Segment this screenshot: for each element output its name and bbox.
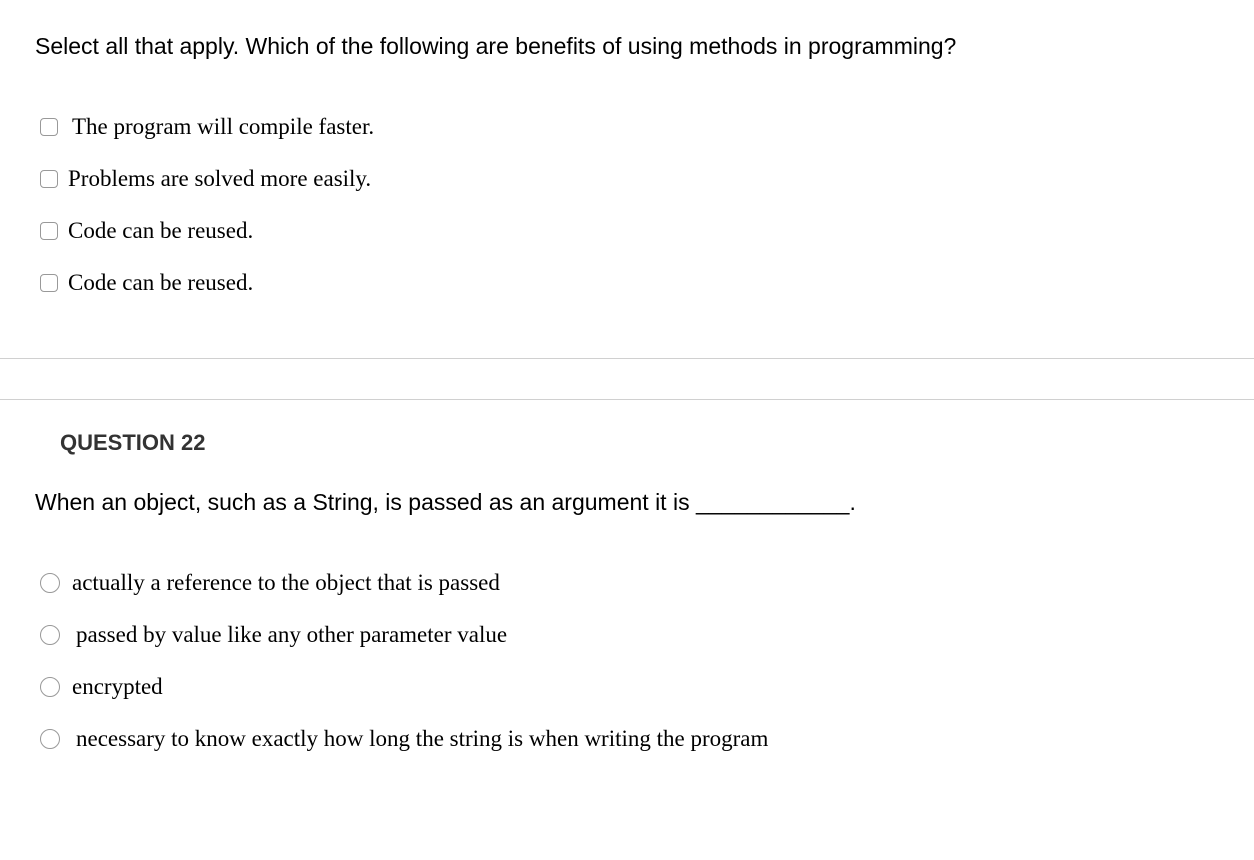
checkbox-option-1[interactable] bbox=[40, 118, 58, 136]
option-label: Problems are solved more easily. bbox=[68, 164, 371, 194]
gap bbox=[0, 359, 1254, 379]
question-1-block: Select all that apply. Which of the foll… bbox=[0, 0, 1254, 338]
question-2-options: actually a reference to the object that … bbox=[0, 568, 1254, 754]
checkbox-option-4[interactable] bbox=[40, 274, 58, 292]
question-2-header: QUESTION 22 bbox=[0, 400, 1254, 486]
option-item: necessary to know exactly how long the s… bbox=[40, 724, 1254, 754]
option-item: Problems are solved more easily. bbox=[40, 164, 1219, 194]
option-label: encrypted bbox=[72, 672, 163, 702]
radio-option-4[interactable] bbox=[40, 729, 60, 749]
question-2-block: QUESTION 22 When an object, such as a St… bbox=[0, 400, 1254, 754]
option-label: actually a reference to the object that … bbox=[72, 568, 500, 598]
option-item: Code can be reused. bbox=[40, 268, 1219, 298]
radio-option-1[interactable] bbox=[40, 573, 60, 593]
option-item: Code can be reused. bbox=[40, 216, 1219, 246]
question-1-prompt: Select all that apply. Which of the foll… bbox=[35, 30, 1219, 62]
option-item: passed by value like any other parameter… bbox=[40, 620, 1254, 650]
option-label: passed by value like any other parameter… bbox=[76, 620, 507, 650]
question-1-options: The program will compile faster. Problem… bbox=[35, 112, 1219, 298]
option-item: actually a reference to the object that … bbox=[40, 568, 1254, 598]
option-label: necessary to know exactly how long the s… bbox=[76, 724, 768, 754]
question-2-prompt: When an object, such as a String, is pas… bbox=[0, 486, 1254, 568]
checkbox-option-2[interactable] bbox=[40, 170, 58, 188]
option-label: Code can be reused. bbox=[68, 216, 253, 246]
option-label: The program will compile faster. bbox=[72, 112, 374, 142]
option-item: encrypted bbox=[40, 672, 1254, 702]
checkbox-option-3[interactable] bbox=[40, 222, 58, 240]
option-item: The program will compile faster. bbox=[40, 112, 1219, 142]
radio-option-2[interactable] bbox=[40, 625, 60, 645]
option-label: Code can be reused. bbox=[68, 268, 253, 298]
radio-option-3[interactable] bbox=[40, 677, 60, 697]
